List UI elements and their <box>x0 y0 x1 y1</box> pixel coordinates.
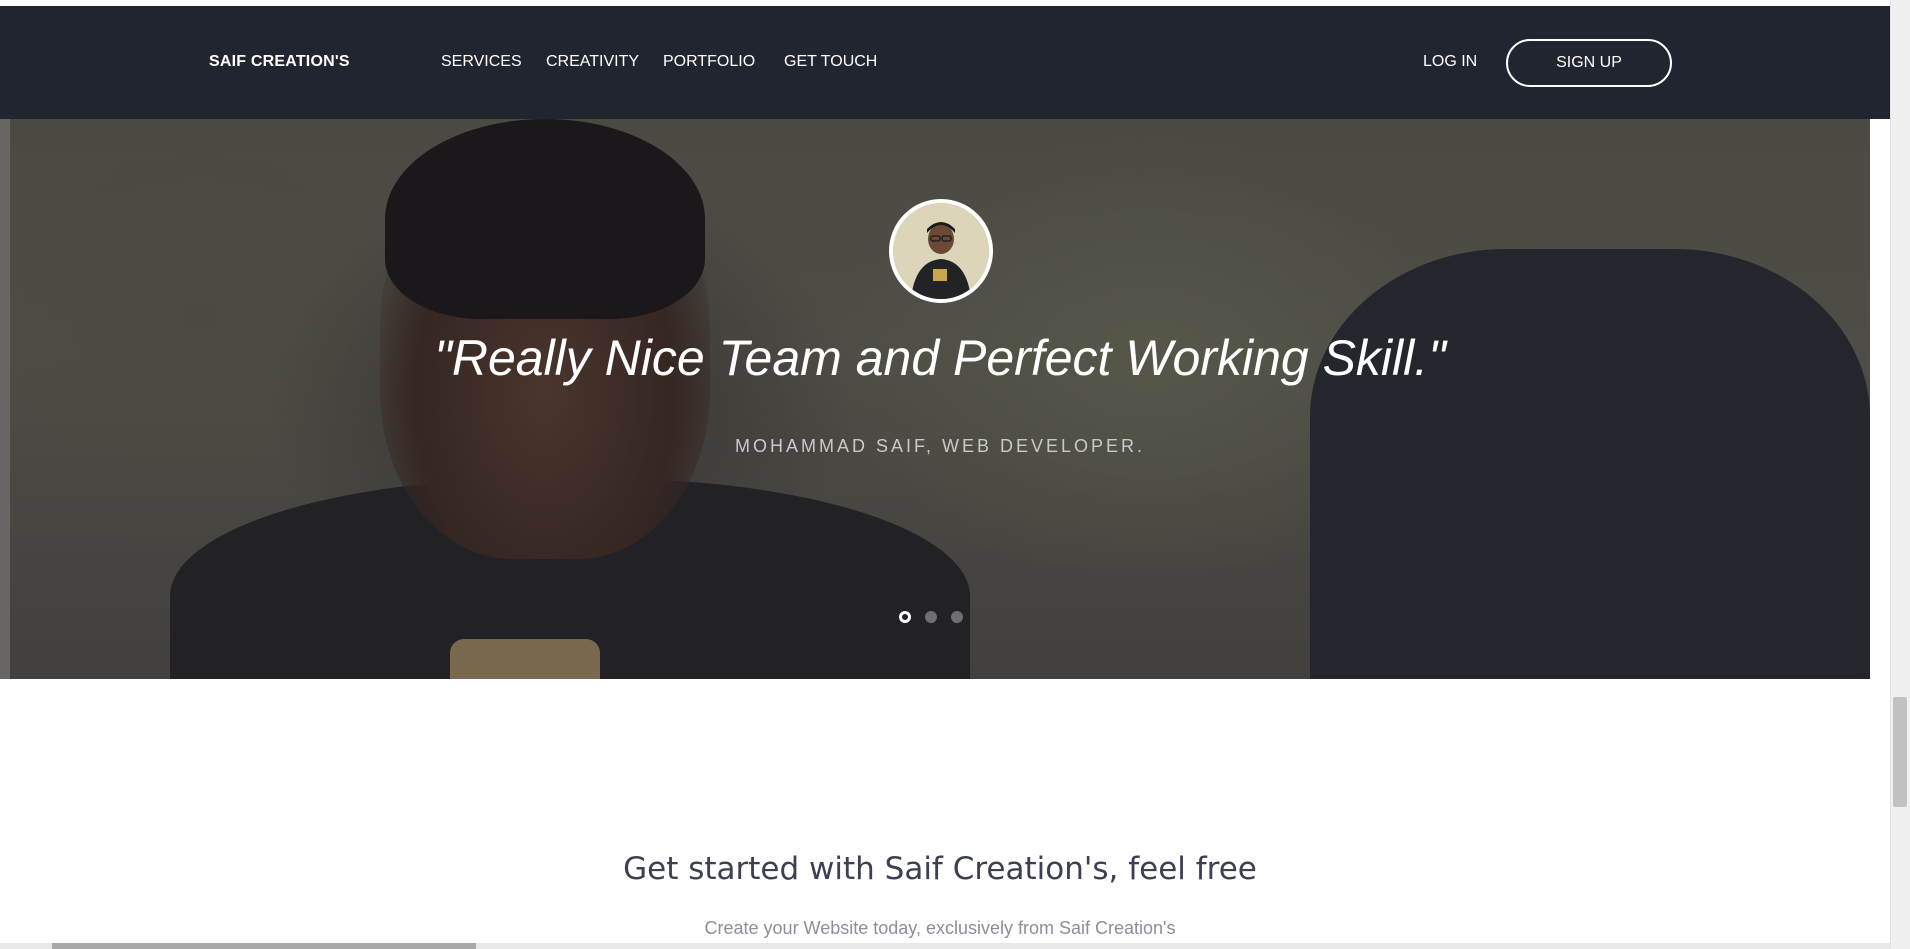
nav-link-services[interactable]: SERVICES <box>441 53 522 71</box>
navbar: SAIF CREATION'S SERVICES CREATIVITY PORT… <box>0 6 1890 119</box>
hero-right-gap <box>1870 119 1890 679</box>
nav-link-creativity[interactable]: CREATIVITY <box>546 53 639 71</box>
horizontal-scrollbar-thumb[interactable] <box>52 943 476 949</box>
cta-title: Get started with Saif Creation's, feel f… <box>623 851 1257 887</box>
nav-link-get-touch[interactable]: GET TOUCH <box>784 53 877 71</box>
testimonial-quote: "Really Nice Team and Perfect Working Sk… <box>434 330 1446 386</box>
slider-dot-3[interactable] <box>951 611 963 623</box>
login-link[interactable]: LOG IN <box>1423 53 1477 71</box>
slider-pagination <box>899 611 963 623</box>
cta-subtitle: Create your Website today, exclusively f… <box>704 918 1176 938</box>
slider-dot-1[interactable] <box>899 611 911 623</box>
testimonial-author: MOHAMMAD SAIF, WEB DEVELOPER. <box>734 436 1146 456</box>
testimonial-avatar <box>889 199 993 303</box>
signup-button[interactable]: SIGN UP <box>1506 39 1672 87</box>
person-avatar-icon <box>893 203 989 299</box>
vertical-scrollbar-thumb[interactable] <box>1893 697 1907 807</box>
brand-logo[interactable]: SAIF CREATION'S <box>209 53 350 71</box>
testimonial-slider: "Really Nice Team and Perfect Working Sk… <box>0 119 1890 679</box>
slider-dot-2[interactable] <box>925 611 937 623</box>
nav-link-portfolio[interactable]: PORTFOLIO <box>663 53 755 71</box>
